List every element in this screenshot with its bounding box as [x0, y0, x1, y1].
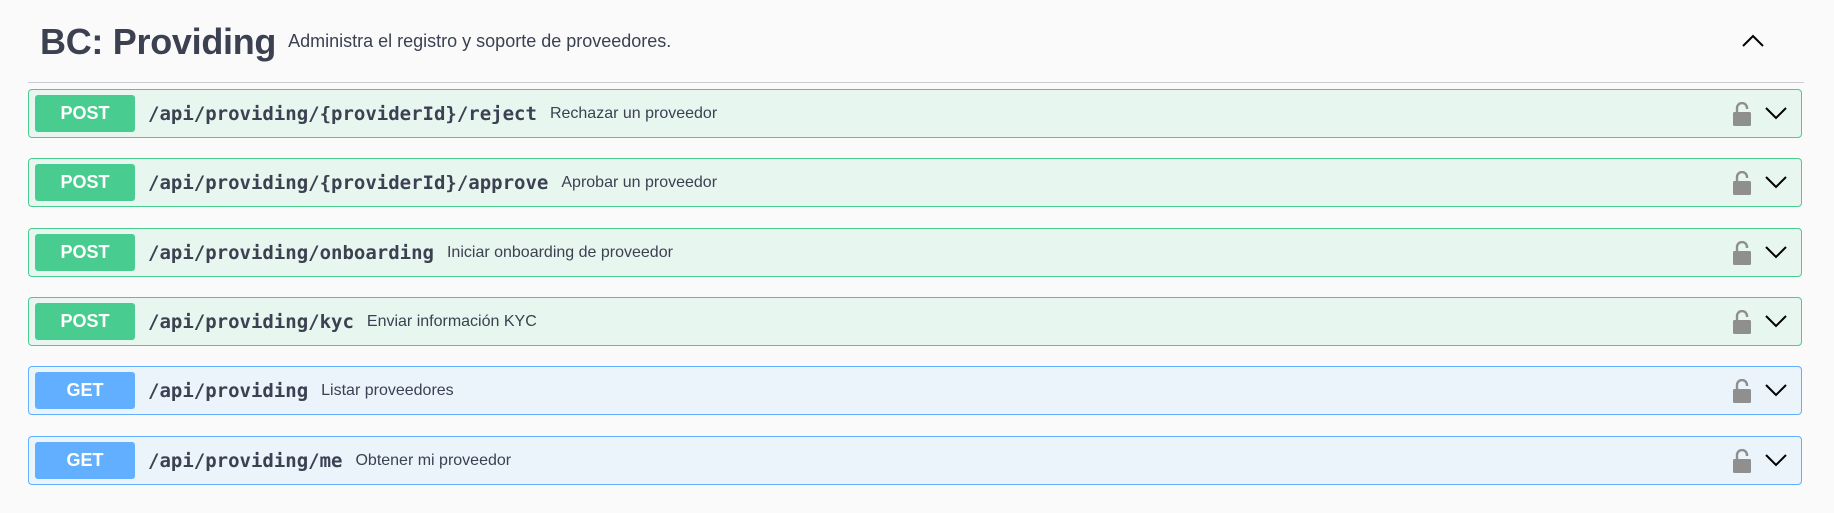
- chevron-down-icon[interactable]: [1763, 378, 1789, 404]
- method-badge: POST: [35, 95, 135, 132]
- operation-get-providing-me[interactable]: GET /api/providing/me Obtener mi proveed…: [28, 436, 1802, 485]
- operation-summary: Listar proveedores: [321, 381, 454, 399]
- operation-path: /api/providing/{providerId}/approve: [148, 171, 549, 194]
- operation-controls: [1731, 159, 1789, 206]
- lock-open-icon[interactable]: [1731, 239, 1753, 267]
- lock-open-icon[interactable]: [1731, 377, 1753, 405]
- operation-path: /api/providing: [148, 379, 309, 402]
- lock-open-icon[interactable]: [1731, 447, 1753, 475]
- operation-post-approve[interactable]: POST /api/providing/{providerId}/approve…: [28, 158, 1802, 207]
- chevron-down-icon[interactable]: [1763, 170, 1789, 196]
- operation-summary: Enviar información KYC: [366, 312, 537, 330]
- method-badge: GET: [35, 442, 135, 479]
- operation-post-kyc[interactable]: POST /api/providing/kyc Enviar informaci…: [28, 297, 1802, 346]
- operation-summary: Iniciar onboarding de proveedor: [446, 243, 673, 261]
- section-description: Administra el registro y soporte de prov…: [288, 30, 672, 51]
- chevron-down-icon[interactable]: [1763, 240, 1789, 266]
- lock-open-icon[interactable]: [1731, 308, 1753, 336]
- operation-controls: [1731, 229, 1789, 276]
- operation-path: /api/providing/me: [148, 449, 343, 472]
- operation-path: /api/providing/kyc: [148, 310, 354, 333]
- method-badge: POST: [35, 164, 135, 201]
- chevron-up-icon[interactable]: [1738, 26, 1768, 56]
- lock-open-icon[interactable]: [1731, 169, 1753, 197]
- operation-controls: [1731, 367, 1789, 414]
- operation-controls: [1731, 437, 1789, 484]
- operation-summary: Obtener mi proveedor: [355, 451, 512, 469]
- method-badge: GET: [35, 372, 135, 409]
- chevron-down-icon[interactable]: [1763, 309, 1789, 335]
- operation-controls: [1731, 298, 1789, 345]
- operation-summary: Rechazar un proveedor: [549, 104, 718, 122]
- method-badge: POST: [35, 303, 135, 340]
- section-title: BC: Providing: [40, 21, 277, 62]
- operation-summary: Aprobar un proveedor: [561, 173, 718, 191]
- section-header[interactable]: BC: Providing Administra el registro y s…: [28, 0, 1804, 83]
- chevron-down-icon[interactable]: [1763, 101, 1789, 127]
- method-badge: POST: [35, 234, 135, 271]
- operation-get-providing[interactable]: GET /api/providing Listar proveedores: [28, 366, 1802, 415]
- chevron-down-icon[interactable]: [1763, 448, 1789, 474]
- operation-post-reject[interactable]: POST /api/providing/{providerId}/reject …: [28, 89, 1802, 138]
- lock-open-icon[interactable]: [1731, 100, 1753, 128]
- operation-controls: [1731, 90, 1789, 137]
- api-section: BC: Providing Administra el registro y s…: [28, 0, 1804, 485]
- operation-post-onboarding[interactable]: POST /api/providing/onboarding Iniciar o…: [28, 228, 1802, 277]
- operation-path: /api/providing/onboarding: [148, 241, 434, 264]
- operation-path: /api/providing/{providerId}/reject: [148, 102, 537, 125]
